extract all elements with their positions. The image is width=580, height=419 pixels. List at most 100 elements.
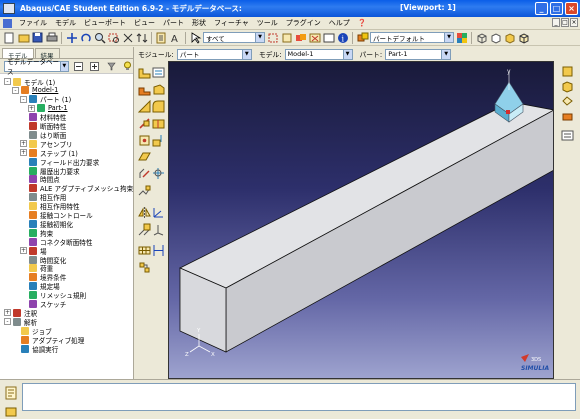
shaded-edges-icon[interactable] (517, 31, 530, 44)
sketch-options-icon[interactable] (152, 167, 165, 180)
collapse-node-icon[interactable]: - (4, 318, 11, 326)
print-icon[interactable] (45, 31, 58, 44)
expand-node-icon[interactable]: + (4, 309, 11, 317)
round-fillet-icon[interactable] (152, 100, 165, 113)
viewport-close-button[interactable]: × (570, 18, 578, 27)
tree-filter-select[interactable]: モデルデータベース ▼ (4, 58, 69, 76)
part-manager-icon[interactable] (152, 66, 165, 79)
mesh-icon[interactable] (138, 244, 151, 257)
maximize-button[interactable]: □ (550, 2, 563, 15)
remove-selected-icon[interactable] (308, 31, 321, 44)
tree-item[interactable]: ALE アダプティブメッシュ拘束 (20, 184, 133, 193)
menu-feature[interactable]: フィーチャ (210, 18, 253, 28)
part-select[interactable]: Part-1 ▼ (385, 48, 452, 60)
menu-help[interactable]: ヘルプ (325, 18, 354, 28)
model-select[interactable]: Model-1 ▼ (284, 48, 353, 60)
datum-plane-icon[interactable] (138, 149, 151, 162)
menu-part[interactable]: パート (159, 18, 188, 28)
collapse-node-icon[interactable]: - (20, 95, 27, 103)
viewport-minimize-button[interactable]: _ (552, 18, 560, 27)
select-box-icon[interactable] (266, 31, 279, 44)
magnify-icon[interactable] (93, 31, 106, 44)
shell-icon[interactable] (152, 83, 165, 96)
mirror-icon[interactable] (138, 206, 151, 219)
color-code-icon[interactable] (455, 31, 468, 44)
menu-model[interactable]: モデル (51, 18, 80, 28)
viewport[interactable]: y Y X Z 3DS SIMULIA (168, 61, 554, 379)
collapse-node-icon[interactable]: - (4, 78, 11, 85)
query-list-icon[interactable] (155, 31, 168, 44)
info-icon[interactable]: i (336, 31, 349, 44)
view-iso-icon[interactable] (561, 80, 574, 93)
context-help-icon[interactable]: ❓ (354, 19, 371, 27)
lightbulb-icon[interactable] (121, 60, 133, 73)
save-icon[interactable] (31, 31, 44, 44)
expand-node-icon[interactable]: + (20, 149, 27, 157)
auto-fit-icon[interactable] (121, 31, 134, 44)
command-line-icon[interactable] (5, 407, 17, 417)
tree-item[interactable]: コネクタ断面特性 (20, 237, 93, 247)
rotate-icon[interactable] (79, 31, 92, 44)
display-group-select[interactable]: パートデフォルト ▼ (370, 32, 454, 43)
viewport-canvas[interactable]: y Y X Z 3DS SIMULIA (169, 62, 554, 379)
wire-icon[interactable] (138, 117, 151, 130)
wireframe-icon[interactable] (475, 31, 488, 44)
tree-item[interactable]: 協調実行 (12, 344, 58, 354)
tree-item[interactable]: - パート (1) (20, 95, 71, 104)
solid-extrude-icon[interactable] (138, 83, 151, 96)
expand-icon[interactable] (89, 60, 101, 73)
menu-plugins[interactable]: プラグイン (282, 18, 325, 28)
menu-view[interactable]: ビュー (130, 18, 159, 28)
box-zoom-icon[interactable] (107, 31, 120, 44)
app-icon[interactable] (3, 3, 15, 14)
viewport-restore-button[interactable]: □ (561, 18, 569, 27)
filter-icon[interactable] (105, 60, 117, 73)
repair-icon[interactable] (138, 184, 151, 197)
select-pointer-icon[interactable] (189, 31, 202, 44)
partition-icon[interactable] (152, 117, 165, 130)
expand-node-icon[interactable]: + (28, 104, 35, 112)
cut-icon[interactable] (137, 99, 151, 113)
sketch-icon[interactable] (138, 167, 151, 180)
tree-item[interactable]: - モデル (1) (4, 77, 55, 87)
file-menu-icon[interactable] (3, 18, 12, 28)
measure-icon[interactable] (152, 244, 165, 257)
selection-filter-select[interactable]: すべて ▼ (203, 32, 265, 43)
coordinate-icon[interactable] (152, 223, 165, 236)
text-label-icon[interactable]: A (169, 31, 182, 44)
open-icon[interactable] (17, 31, 30, 44)
shaded-icon[interactable] (503, 31, 516, 44)
new-icon[interactable] (3, 31, 16, 44)
collapse-node-icon[interactable]: - (12, 86, 19, 94)
select-entities-icon[interactable] (294, 31, 307, 44)
message-log[interactable] (22, 383, 576, 411)
hidden-line-icon[interactable] (489, 31, 502, 44)
collapse-icon[interactable] (73, 60, 85, 73)
axis-triad-icon[interactable] (152, 206, 165, 219)
select-options-icon[interactable] (280, 31, 293, 44)
menu-file[interactable]: ファイル (15, 18, 51, 28)
menu-shape[interactable]: 形状 (188, 18, 210, 28)
close-button[interactable]: × (565, 2, 578, 15)
expand-node-icon[interactable]: + (20, 140, 27, 148)
create-part-icon[interactable] (138, 66, 151, 79)
view-top-icon[interactable] (561, 95, 574, 108)
view-front-icon[interactable] (561, 65, 574, 78)
message-area-icon[interactable] (5, 386, 17, 400)
display-group-icon[interactable] (356, 31, 369, 44)
menu-viewport[interactable]: ビューポート (80, 18, 130, 28)
datum-axis-icon[interactable] (152, 134, 165, 147)
minimize-button[interactable]: _ (535, 2, 548, 15)
pan-icon[interactable] (65, 31, 78, 44)
replace-selected-icon[interactable] (322, 31, 335, 44)
cycle-views-icon[interactable] (135, 31, 148, 44)
set-icon[interactable] (138, 261, 151, 274)
datum-point-icon[interactable] (138, 134, 151, 147)
menu-tools[interactable]: ツール (253, 18, 282, 28)
transform-icon[interactable] (138, 223, 151, 236)
module-select[interactable]: パート ▼ (176, 48, 252, 60)
view-cube[interactable]: y (494, 68, 524, 123)
view-options-icon[interactable] (561, 129, 574, 142)
expand-node-icon[interactable]: + (20, 247, 27, 255)
view-bottom-icon[interactable] (561, 110, 574, 123)
